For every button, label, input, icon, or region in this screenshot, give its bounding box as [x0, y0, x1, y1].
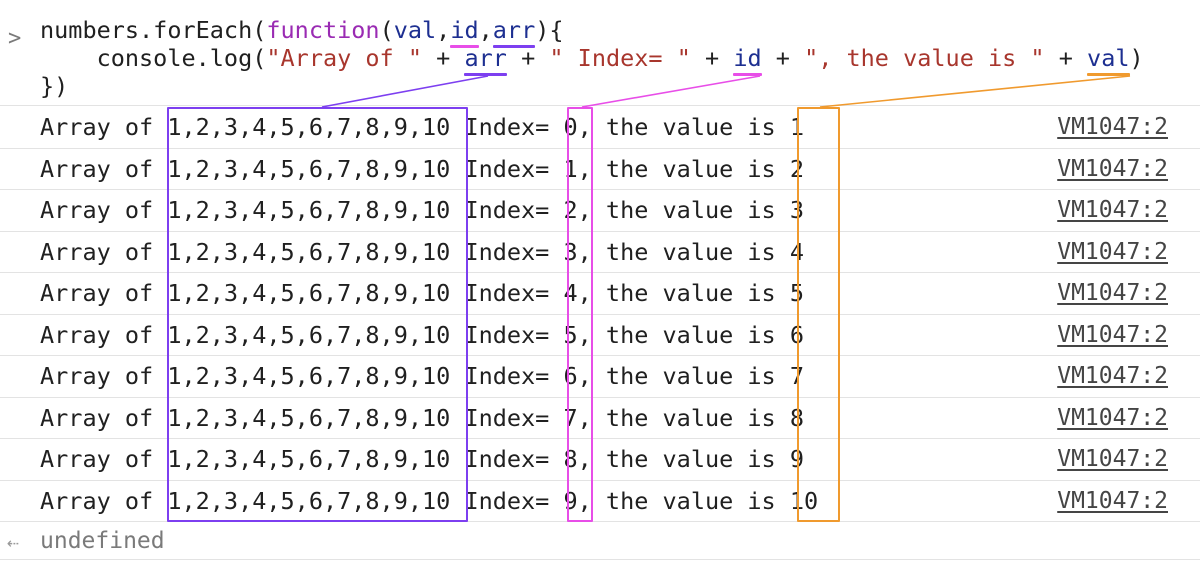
log-message: Array of 1,2,3,4,5,6,7,8,9,10 Index= 8, … — [40, 445, 805, 473]
code-line-1: numbers.forEach(function(val,id,arr){ — [40, 16, 564, 48]
return-arrow-icon: ⇠ — [7, 530, 20, 554]
result-value: undefined — [40, 528, 165, 554]
code-line-3: }) — [40, 72, 69, 100]
log-message: Array of 1,2,3,4,5,6,7,8,9,10 Index= 2, … — [40, 196, 805, 224]
log-message: Array of 1,2,3,4,5,6,7,8,9,10 Index= 3, … — [40, 237, 805, 266]
log-row: Array of 1,2,3,4,5,6,7,8,9,10 Index= 6, … — [0, 356, 1200, 398]
string-value-is: ", the value is " — [804, 44, 1045, 72]
log-message: Array of 1,2,3,4,5,6,7,8,9,10 Index= 7, … — [40, 403, 805, 432]
string-array-of: "Array of " — [266, 44, 423, 72]
source-link[interactable]: VM1047:2 — [1057, 278, 1168, 308]
string-index: " Index= " — [549, 44, 691, 72]
keyword-function: function — [266, 16, 380, 44]
chevron-right-icon: > — [8, 26, 22, 51]
log-message: Array of 1,2,3,4,5,6,7,8,9,10 Index= 0, … — [40, 113, 805, 141]
log-row: Array of 1,2,3,4,5,6,7,8,9,10 Index= 9, … — [0, 481, 1200, 522]
source-link[interactable]: VM1047:2 — [1057, 154, 1168, 184]
log-message: Array of 1,2,3,4,5,6,7,8,9,10 Index= 5, … — [40, 320, 805, 349]
source-link[interactable]: VM1047:2 — [1057, 486, 1168, 516]
param-id: id — [450, 16, 479, 48]
ref-arr: arr — [464, 44, 508, 76]
devtools-console: > numbers.forEach(function(val,id,arr){ … — [0, 0, 1200, 567]
log-row: Array of 1,2,3,4,5,6,7,8,9,10 Index= 0, … — [0, 107, 1200, 149]
log-row: Array of 1,2,3,4,5,6,7,8,9,10 Index= 8, … — [0, 439, 1200, 481]
log-row: Array of 1,2,3,4,5,6,7,8,9,10 Index= 7, … — [0, 398, 1200, 439]
source-link[interactable]: VM1047:2 — [1057, 195, 1168, 225]
code-line-2: console.log("Array of " + arr + " Index=… — [40, 44, 1144, 76]
ref-id: id — [733, 44, 762, 76]
source-link[interactable]: VM1047:2 — [1057, 403, 1168, 433]
log-row: Array of 1,2,3,4,5,6,7,8,9,10 Index= 4, … — [0, 273, 1200, 315]
source-link[interactable]: VM1047:2 — [1057, 320, 1168, 350]
log-message: Array of 1,2,3,4,5,6,7,8,9,10 Index= 1, … — [40, 154, 805, 183]
source-link[interactable]: VM1047:2 — [1057, 444, 1168, 474]
console-input-entry[interactable]: > numbers.forEach(function(val,id,arr){ … — [0, 8, 1200, 106]
source-link[interactable]: VM1047:2 — [1057, 237, 1168, 267]
source-link[interactable]: VM1047:2 — [1057, 112, 1168, 142]
source-link[interactable]: VM1047:2 — [1057, 361, 1168, 391]
log-message: Array of 1,2,3,4,5,6,7,8,9,10 Index= 9, … — [40, 486, 819, 515]
log-row: Array of 1,2,3,4,5,6,7,8,9,10 Index= 3, … — [0, 232, 1200, 273]
log-message: Array of 1,2,3,4,5,6,7,8,9,10 Index= 4, … — [40, 279, 805, 307]
log-row: Array of 1,2,3,4,5,6,7,8,9,10 Index= 5, … — [0, 315, 1200, 356]
log-row: Array of 1,2,3,4,5,6,7,8,9,10 Index= 2, … — [0, 190, 1200, 232]
ref-val: val — [1087, 44, 1130, 76]
console-result-entry: ⇠ undefined — [0, 522, 1200, 560]
log-message: Array of 1,2,3,4,5,6,7,8,9,10 Index= 6, … — [40, 362, 805, 390]
param-arr: arr — [492, 16, 536, 48]
log-row: Array of 1,2,3,4,5,6,7,8,9,10 Index= 1, … — [0, 149, 1200, 190]
param-val: val — [393, 16, 437, 44]
